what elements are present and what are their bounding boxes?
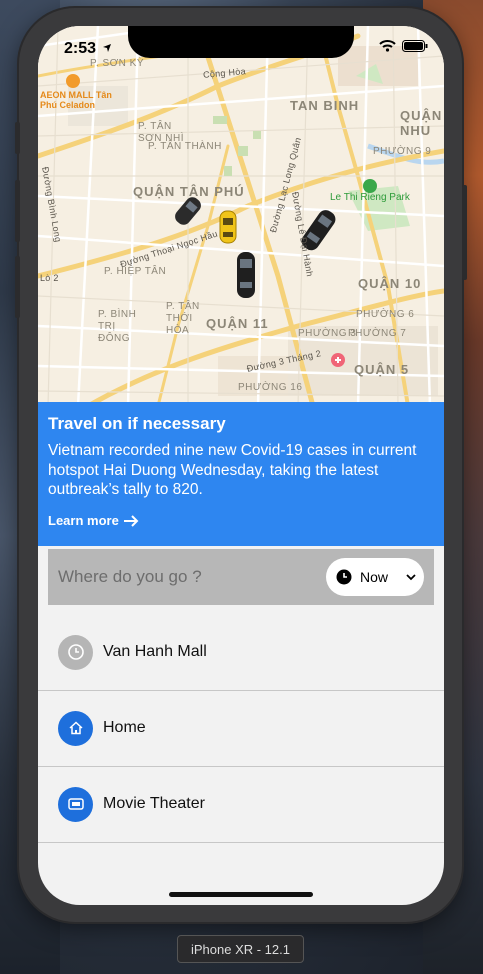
wifi-icon [379, 40, 396, 52]
destination-search-bar[interactable]: Where do you go ? Now [48, 549, 434, 605]
banner-body: Vietnam recorded nine new Covid-19 cases… [48, 442, 417, 498]
destination-item-home[interactable]: Home [38, 690, 444, 767]
destination-label: Van Hanh Mall [103, 643, 207, 660]
time-picker-label: Now [360, 569, 389, 585]
ticket-icon [58, 786, 93, 822]
arrow-right-icon [123, 514, 139, 527]
learn-more-link[interactable]: Learn more [48, 513, 139, 528]
chevron-down-icon [406, 574, 416, 581]
map-district-label: QUẬN TÂN PHÚ [133, 184, 245, 199]
map-ward-label: PHƯỜNG 16 [238, 382, 303, 393]
covid-banner: Travel on if necessary Vietnam recorded … [38, 402, 444, 546]
destination-label: Home [103, 719, 146, 736]
map-ward-label: PHƯỜNG 7 [348, 328, 407, 339]
map-ward-label: PHƯỜNG 9 [373, 146, 432, 157]
map-ward-label: P. TÂN THÀNH [148, 141, 222, 152]
learn-more-label: Learn more [48, 513, 119, 528]
battery-icon [402, 40, 428, 52]
map-roads [38, 26, 444, 406]
destination-label: Movie Theater [103, 795, 205, 812]
phone-screen: P. SƠN KỲ AEON MALL Tân Phú Celadon Cộng… [38, 26, 444, 905]
map-ward-label: PHƯỜNG 6 [356, 309, 415, 320]
car-icon [219, 210, 237, 244]
status-time: 2:53 [64, 40, 112, 58]
time-picker-button[interactable]: Now [326, 558, 424, 596]
destination-item-movie-theater[interactable]: Movie Theater [38, 766, 444, 843]
clock-icon [336, 569, 352, 585]
status-indicators [379, 40, 428, 52]
volume-down-button [15, 256, 20, 318]
power-button [462, 185, 467, 280]
destination-item-van-hanh-mall[interactable]: Van Hanh Mall [38, 614, 444, 691]
notch [128, 26, 354, 58]
map-district-label: QUẬN 10 [358, 276, 422, 291]
simulator-device-label: iPhone XR - 12.1 [177, 935, 304, 963]
home-icon [58, 710, 93, 746]
map-poi-park: Le Thi Rieng Park [330, 192, 410, 203]
map-district-label: QUẬN 5 [354, 362, 410, 377]
map-ward-label: P. BÌNH TRỊ ĐÔNG [98, 309, 137, 344]
location-arrow-icon [103, 44, 112, 52]
map-district-label: QUẬN 11 [206, 316, 269, 331]
map-ward-label: P. SƠN KỲ [90, 58, 145, 69]
home-indicator[interactable] [169, 892, 313, 897]
map-district-label: TAN BINH [290, 98, 360, 113]
search-placeholder: Where do you go ? [58, 567, 202, 586]
clock-icon [58, 634, 93, 670]
banner-title: Travel on if necessary [48, 414, 226, 433]
map-road-label: Lò 2 [40, 273, 59, 283]
map-district-label: QUẬN NHU [400, 108, 443, 138]
map-view[interactable]: P. SƠN KỲ AEON MALL Tân Phú Celadon Cộng… [38, 26, 444, 406]
map-poi-mall: AEON MALL Tân Phú Celadon [40, 90, 112, 110]
map-ward-label: P. HIỆP TÂN [104, 266, 167, 277]
mute-switch [15, 122, 20, 154]
volume-up-button [15, 180, 20, 242]
